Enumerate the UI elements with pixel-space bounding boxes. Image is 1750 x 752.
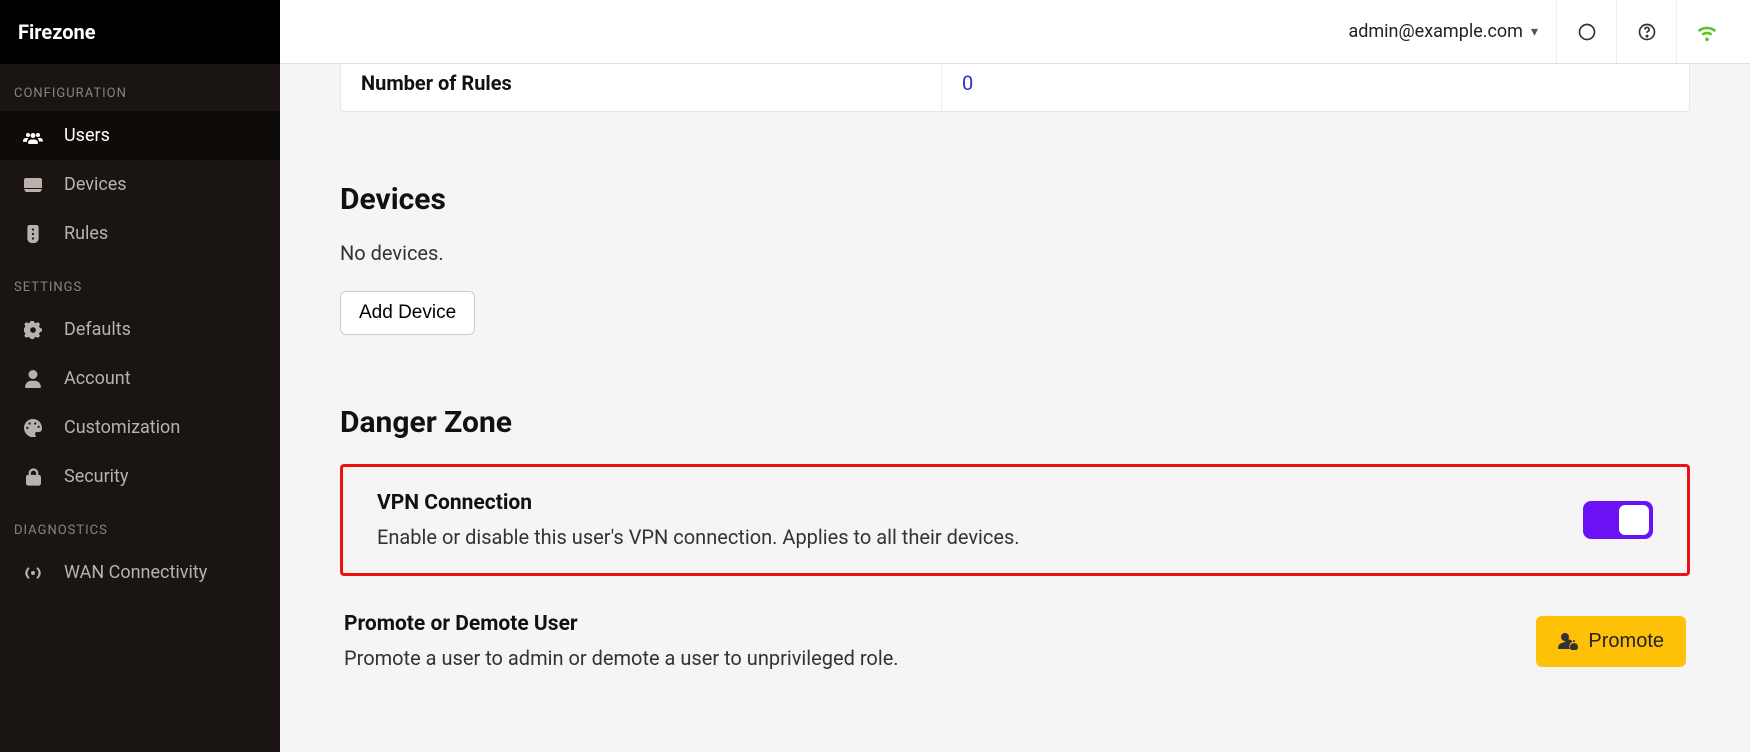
sidebar: Firezone CONFIGURATION Users Devices Rul…: [0, 0, 280, 752]
sidebar-item-label: Users: [64, 125, 110, 146]
sidebar-item-account[interactable]: Account: [0, 354, 280, 403]
promote-text: Promote or Demote User Promote a user to…: [344, 612, 1536, 670]
topbar-icons: [1556, 0, 1736, 63]
vpn-title: VPN Connection: [377, 491, 1583, 515]
sidebar-item-label: Customization: [64, 417, 180, 438]
user-email: admin@example.com: [1348, 21, 1523, 42]
vpn-connection-panel: VPN Connection Enable or disable this us…: [340, 464, 1690, 576]
devices-heading: Devices: [340, 182, 1690, 217]
broadcast-icon: [22, 565, 44, 581]
sidebar-item-defaults[interactable]: Defaults: [0, 305, 280, 354]
promote-title: Promote or Demote User: [344, 612, 1536, 636]
sidebar-item-rules[interactable]: Rules: [0, 209, 280, 258]
sidebar-item-label: Devices: [64, 174, 127, 195]
devices-empty-text: No devices.: [340, 241, 1690, 265]
sidebar-item-label: Security: [64, 466, 128, 487]
person-icon: [22, 370, 44, 388]
brand-title: Firezone: [0, 0, 280, 64]
wifi-icon: [1696, 23, 1718, 41]
vpn-description: Enable or disable this user's VPN connec…: [377, 525, 1583, 549]
user-promote-icon: [1558, 632, 1578, 650]
user-menu[interactable]: admin@example.com ▾: [1330, 0, 1556, 63]
topbar: admin@example.com ▾: [280, 0, 1750, 64]
sidebar-item-devices[interactable]: Devices: [0, 160, 280, 209]
sidebar-item-label: Rules: [64, 223, 108, 244]
add-device-button[interactable]: Add Device: [340, 291, 475, 335]
sidebar-item-label: Account: [64, 368, 131, 389]
sidebar-item-users[interactable]: Users: [0, 111, 280, 160]
info-label: Number of Rules: [341, 64, 941, 111]
sidebar-item-customization[interactable]: Customization: [0, 403, 280, 452]
traffic-light-icon: [22, 225, 44, 243]
laptop-icon: [22, 177, 44, 193]
sidebar-item-security[interactable]: Security: [0, 452, 280, 501]
main-area: admin@example.com ▾ Number of Rules: [280, 0, 1750, 752]
connectivity-button[interactable]: [1676, 0, 1736, 63]
chevron-down-icon: ▾: [1531, 24, 1538, 40]
sidebar-section-diagnostics: DIAGNOSTICS: [0, 501, 280, 548]
rules-count-link[interactable]: 0: [962, 71, 973, 95]
promote-description: Promote a user to admin or demote a user…: [344, 646, 1536, 670]
lock-icon: [22, 468, 44, 486]
toggle-knob: [1619, 505, 1649, 535]
danger-zone-heading: Danger Zone: [340, 405, 1690, 440]
sidebar-item-label: WAN Connectivity: [64, 562, 207, 583]
content: Number of Rules 0 Devices No devices. Ad…: [280, 64, 1750, 752]
sidebar-item-label: Defaults: [64, 319, 131, 340]
info-value: 0: [941, 64, 1689, 111]
vpn-text: VPN Connection Enable or disable this us…: [377, 491, 1583, 549]
sidebar-section-configuration: CONFIGURATION: [0, 64, 280, 111]
status-indicator-button[interactable]: [1556, 0, 1616, 63]
gear-icon: [22, 321, 44, 339]
sidebar-section-settings: SETTINGS: [0, 258, 280, 305]
circle-icon: [1577, 22, 1597, 42]
users-icon: [22, 128, 44, 144]
help-button[interactable]: [1616, 0, 1676, 63]
sidebar-item-wan-connectivity[interactable]: WAN Connectivity: [0, 548, 280, 597]
promote-button[interactable]: Promote: [1536, 616, 1686, 667]
promote-button-label: Promote: [1588, 630, 1664, 653]
palette-icon: [22, 419, 44, 437]
info-row-rules: Number of Rules 0: [341, 64, 1689, 111]
help-icon: [1637, 22, 1657, 42]
info-table: Number of Rules 0: [340, 64, 1690, 112]
promote-panel: Promote or Demote User Promote a user to…: [340, 612, 1690, 670]
vpn-toggle[interactable]: [1583, 501, 1653, 539]
